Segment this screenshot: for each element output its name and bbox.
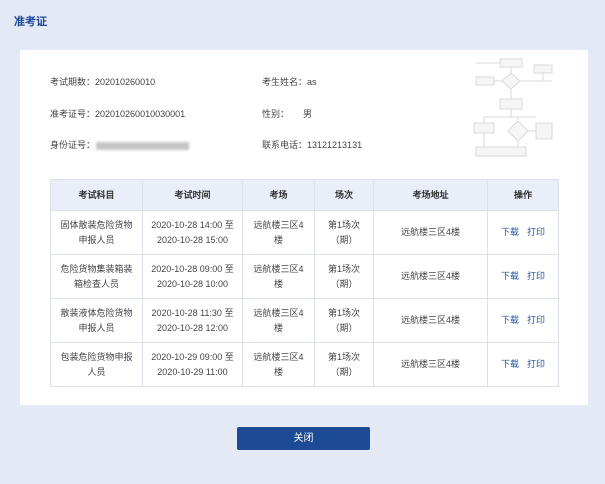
cell-session: 第1场次（期）: [314, 210, 374, 255]
info-candidate-name: 考生姓名：as: [262, 76, 317, 88]
session-text: 第1场次（期）: [327, 263, 360, 289]
admission-ticket-card: 考试期数：202010260010 考生姓名：as 准考证号：202010260…: [20, 50, 588, 405]
cell-subject: 散装液体危险货物申报人员: [50, 298, 143, 343]
download-link[interactable]: 下载: [501, 315, 519, 325]
cell-exam-time: 2020-10-29 09:00 至 2020-10-29 11:00: [142, 342, 243, 387]
cell-actions: 下载 打印: [487, 298, 559, 343]
session-text: 第1场次（期）: [327, 219, 360, 245]
info-label: 身份证号：: [50, 140, 96, 150]
info-value: 男: [303, 109, 313, 119]
cell-exam-room: 远航楼三区4楼: [242, 342, 315, 387]
info-phone: 联系电话：13121213131: [262, 139, 362, 151]
info-ticket-number: 准考证号：202010260010030001: [50, 108, 185, 120]
column-header-session: 场次: [314, 179, 374, 211]
cell-exam-address: 远航楼三区4楼: [373, 298, 488, 343]
download-link[interactable]: 下载: [501, 227, 519, 237]
exam-time-text: 2020-10-28 09:00 至 2020-10-28 10:00: [151, 263, 234, 289]
session-text: 第1场次（期）: [327, 307, 360, 333]
exam-time-text: 2020-10-28 14:00 至 2020-10-28 15:00: [151, 219, 234, 245]
print-link[interactable]: 打印: [527, 315, 545, 325]
download-link[interactable]: 下载: [501, 271, 519, 281]
column-header-subject: 考试科目: [50, 179, 143, 211]
cell-exam-address: 远航楼三区4楼: [373, 342, 488, 387]
exam-time-text: 2020-10-28 11:30 至 2020-10-28 12:00: [151, 307, 234, 333]
table-header-row: 考试科目 考试时间 考场 场次 考场地址 操作: [50, 179, 559, 211]
column-header-exam-room: 考场: [242, 179, 315, 211]
cell-exam-time: 2020-10-28 11:30 至 2020-10-28 12:00: [142, 298, 243, 343]
info-id-number: 身份证号：: [50, 139, 190, 151]
table-row: 固体散装危险货物申报人员 2020-10-28 14:00 至 2020-10-…: [50, 210, 559, 255]
cell-exam-room: 远航楼三区4楼: [242, 254, 315, 299]
column-header-exam-address: 考场地址: [373, 179, 488, 211]
info-exam-period: 考试期数：202010260010: [50, 76, 155, 88]
info-value: 13121213131: [307, 140, 363, 150]
exam-room-text: 远航楼三区4楼: [253, 263, 304, 289]
info-value: 202010260010: [95, 77, 156, 87]
cell-exam-room: 远航楼三区4楼: [242, 210, 315, 255]
cell-exam-room: 远航楼三区4楼: [242, 298, 315, 343]
cell-subject: 包装危险货物申报人员: [50, 342, 143, 387]
exam-room-text: 远航楼三区4楼: [253, 307, 304, 333]
candidate-photo: [473, 58, 553, 157]
info-label: 性别：: [262, 109, 290, 119]
column-header-exam-time: 考试时间: [142, 179, 243, 211]
session-text: 第1场次（期）: [327, 351, 360, 377]
exam-time-text: 2020-10-29 09:00 至 2020-10-29 11:00: [151, 351, 234, 377]
cell-session: 第1场次（期）: [314, 298, 374, 343]
print-link[interactable]: 打印: [527, 271, 545, 281]
info-gender: 性别： 男: [262, 108, 312, 120]
exam-schedule-table: 考试科目 考试时间 考场 场次 考场地址 操作 固体散装危险货物申报人员 202…: [50, 179, 559, 387]
cell-exam-address: 远航楼三区4楼: [373, 210, 488, 255]
cell-actions: 下载 打印: [487, 254, 559, 299]
info-value: 202010260010030001: [95, 109, 186, 119]
cell-subject: 固体散装危险货物申报人员: [50, 210, 143, 255]
subject-text: 散装液体危险货物申报人员: [60, 307, 133, 333]
subject-text: 固体散装危险货物申报人员: [60, 219, 133, 245]
cell-subject: 危险货物集装箱装箱检查人员: [50, 254, 143, 299]
cell-actions: 下载 打印: [487, 342, 559, 387]
cell-actions: 下载 打印: [487, 210, 559, 255]
id-number-redacted: [96, 141, 190, 150]
subject-text: 包装危险货物申报人员: [60, 351, 133, 377]
info-label: 考试期数：: [50, 77, 96, 87]
info-label: 考生姓名：: [262, 77, 308, 87]
info-value: as: [307, 77, 317, 87]
print-link[interactable]: 打印: [527, 359, 545, 369]
column-header-actions: 操作: [487, 179, 559, 211]
download-link[interactable]: 下载: [501, 359, 519, 369]
print-link[interactable]: 打印: [527, 227, 545, 237]
close-button[interactable]: 关闭: [237, 427, 370, 450]
exam-room-text: 远航楼三区4楼: [253, 219, 304, 245]
cell-session: 第1场次（期）: [314, 342, 374, 387]
cell-exam-time: 2020-10-28 14:00 至 2020-10-28 15:00: [142, 210, 243, 255]
info-label: 联系电话：: [262, 140, 308, 150]
subject-text: 危险货物集装箱装箱检查人员: [60, 263, 133, 289]
cell-exam-address: 远航楼三区4楼: [373, 254, 488, 299]
cell-exam-time: 2020-10-28 09:00 至 2020-10-28 10:00: [142, 254, 243, 299]
table-row: 包装危险货物申报人员 2020-10-29 09:00 至 2020-10-29…: [50, 342, 559, 387]
table-row: 散装液体危险货物申报人员 2020-10-28 11:30 至 2020-10-…: [50, 298, 559, 343]
cell-session: 第1场次（期）: [314, 254, 374, 299]
page-title: 准考证: [14, 16, 47, 28]
exam-room-text: 远航楼三区4楼: [253, 351, 304, 377]
info-label: 准考证号：: [50, 109, 96, 119]
table-row: 危险货物集装箱装箱检查人员 2020-10-28 09:00 至 2020-10…: [50, 254, 559, 299]
